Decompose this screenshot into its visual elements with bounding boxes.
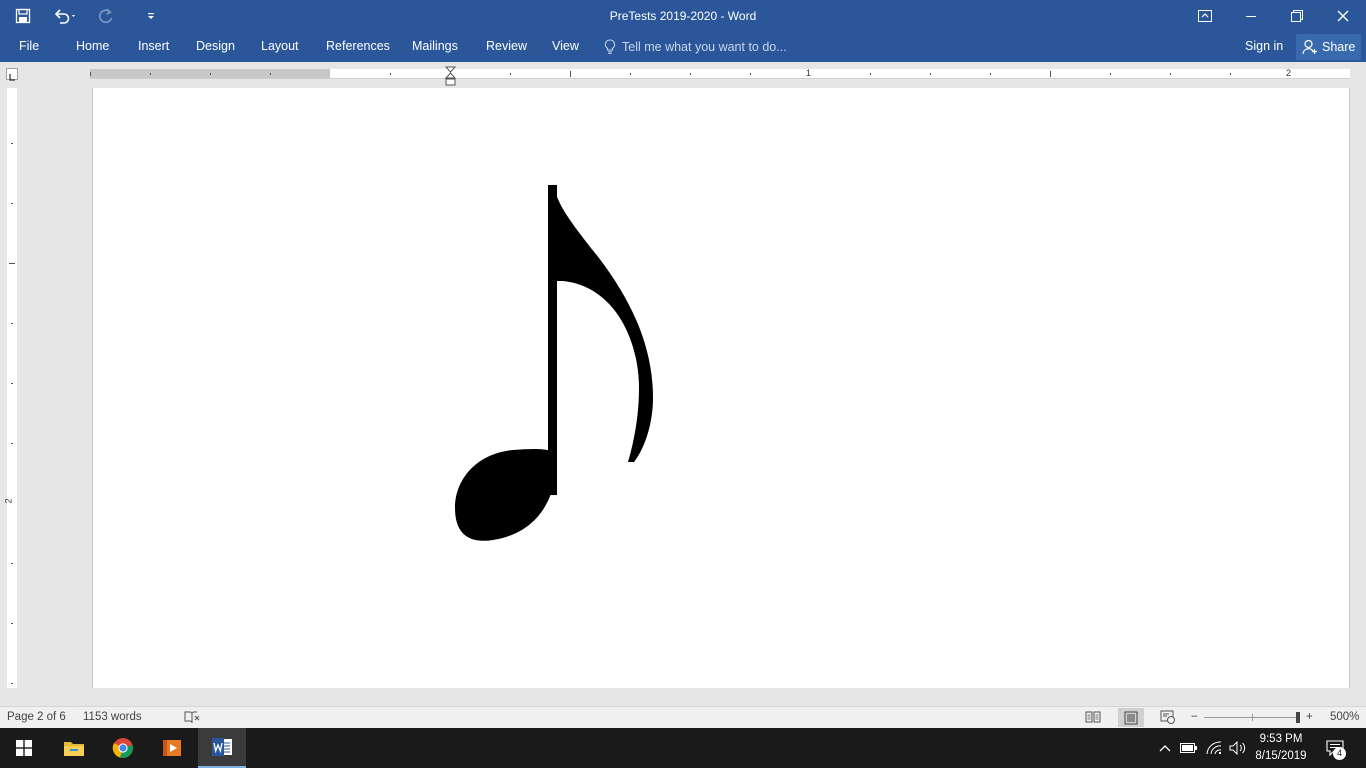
taskbar-chrome[interactable] [99,728,147,768]
share-button[interactable]: Share [1296,34,1362,60]
window-title: PreTests 2019-2020 - Word [609,9,757,23]
zoom-level[interactable]: 500% [1330,707,1359,729]
clock-date: 8/15/2019 [1255,750,1307,762]
ribbon-display-options-button[interactable] [1182,0,1228,32]
web-layout-button[interactable] [1160,710,1176,726]
eighth-note-icon [455,185,653,541]
tell-me-placeholder: Tell me what you want to do... [622,40,787,54]
save-button[interactable] [0,0,46,32]
customize-qat-icon [148,13,154,19]
taskbar-media-player[interactable] [148,728,196,768]
customize-qat-button[interactable] [126,0,176,32]
restore-button[interactable] [1274,0,1320,32]
left-tab-icon [9,74,15,81]
print-layout-button[interactable] [1118,708,1144,727]
minimize-icon [1246,16,1256,17]
proofing-status[interactable] [184,710,200,726]
battery-icon [1180,743,1197,753]
horizontal-ruler[interactable]: 1 2 [0,62,1366,88]
taskbar-file-explorer[interactable] [50,728,98,768]
battery-tray-button[interactable] [1178,728,1200,768]
word-icon [212,738,232,756]
tab-view[interactable]: View [552,32,579,62]
ruler-number-1: 1 [806,68,812,78]
horizontal-ruler-scale [90,66,1350,86]
vertical-ruler-scale [7,88,17,688]
ribbon-display-icon [1198,10,1212,22]
zoom-in-button[interactable]: + [1306,707,1313,729]
window-controls [1182,0,1366,32]
clock-time: 9:53 PM [1259,733,1303,745]
print-layout-icon [1124,711,1138,724]
network-tray-button[interactable] [1203,728,1225,768]
media-player-icon [163,740,181,756]
zoom-slider-center-mark [1252,714,1253,721]
word-window: PreTests 2019-2020 - Word File Home Inse… [0,0,1366,768]
speaker-icon [1229,741,1246,755]
wifi-icon [1206,741,1222,755]
title-bar: PreTests 2019-2020 - Word [0,0,1366,32]
save-icon [15,8,31,24]
undo-button[interactable] [46,0,86,32]
undo-icon [54,9,75,24]
proofing-book-icon [184,711,200,724]
document-page[interactable] [92,88,1350,688]
close-button[interactable] [1320,0,1366,32]
show-hidden-icons-button[interactable] [1155,728,1175,768]
tab-mailings[interactable]: Mailings [412,32,458,62]
quick-access-toolbar [0,0,176,32]
vertical-ruler[interactable]: 2 [0,88,22,688]
redo-button[interactable] [86,0,126,32]
tab-design[interactable]: Design [196,32,235,62]
notification-count: 4 [1333,747,1346,760]
ruler-number-2: 2 [1286,68,1292,78]
close-icon [1337,10,1349,22]
restore-icon [1291,10,1303,22]
zoom-out-button[interactable]: − [1191,707,1198,729]
taskbar-word[interactable] [198,728,246,768]
share-person-icon [1302,39,1317,55]
taskbar-clock[interactable]: 9:53 PM 8/15/2019 [1250,731,1312,765]
sign-in-link[interactable]: Sign in [1245,32,1283,62]
chrome-icon [112,738,133,758]
web-layout-icon [1160,710,1175,724]
minimize-button[interactable] [1228,0,1274,32]
read-mode-icon [1085,711,1101,723]
redo-icon [98,8,113,24]
tab-layout[interactable]: Layout [261,32,299,62]
windows-logo-icon [16,740,32,756]
volume-tray-button[interactable] [1227,728,1249,768]
tab-review[interactable]: Review [486,32,527,62]
tab-selector[interactable] [6,68,18,81]
tab-home[interactable]: Home [76,32,109,62]
read-mode-button[interactable] [1085,710,1101,726]
share-label: Share [1322,40,1356,54]
ribbon-tabs: File Home Insert Design Layout Reference… [0,32,1366,62]
folder-icon [64,742,84,756]
page-count[interactable]: Page 2 of 6 [7,707,66,729]
tab-insert[interactable]: Insert [138,32,169,62]
windows-taskbar: 9:53 PM 8/15/2019 4 [0,728,1366,768]
lightbulb-icon [604,39,616,54]
tab-file[interactable]: File [19,32,39,62]
status-bar: Page 2 of 6 1153 words − + 500% [0,706,1366,728]
vertical-ruler-number: 2 [3,498,14,504]
start-button[interactable] [0,728,48,768]
zoom-slider-thumb[interactable] [1296,712,1301,723]
chevron-up-icon [1159,745,1171,752]
action-center-button[interactable]: 4 [1320,728,1350,768]
document-area[interactable] [22,88,1366,688]
tab-references[interactable]: References [326,32,390,62]
tell-me-search[interactable]: Tell me what you want to do... [604,32,787,62]
word-count[interactable]: 1153 words [83,707,142,729]
